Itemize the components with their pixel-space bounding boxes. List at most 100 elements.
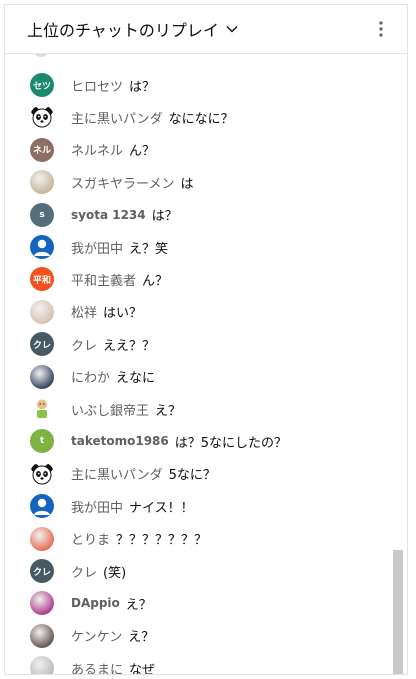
chat-message-content: クレ ええ？？ [71, 335, 155, 354]
author-name[interactable]: クレ [71, 562, 97, 581]
author-name[interactable]: 我が田中 [71, 238, 123, 257]
avatar-photo [30, 656, 54, 674]
chat-mode-dropdown[interactable]: 上位のチャットのリプレイ [27, 17, 239, 41]
chat-message-content: taketomo1986 は？5なにしたの？ [71, 432, 287, 451]
message-text: なになに？ [168, 111, 234, 127]
chat-message-row[interactable]: 主に黒いパンダ なになに？ [5, 101, 393, 133]
chat-message-content: 我が田中 ナイス！！ [71, 497, 194, 516]
chat-message-row[interactable]: セツ ヒロセツ は？ [5, 69, 393, 101]
message-text: ナイス！！ [129, 500, 194, 516]
avatar: 平和 [30, 267, 54, 292]
chat-message-row[interactable]: 我が田中 ナイス！！ [5, 490, 393, 522]
chat-header: 上位のチャットのリプレイ [5, 5, 407, 54]
chevron-down-icon [226, 26, 238, 33]
message-text: え？ [155, 403, 182, 419]
person-icon [30, 235, 54, 259]
message-text: ええ？？ [103, 338, 156, 354]
author-name[interactable]: ケンケン [71, 626, 122, 645]
author-name[interactable]: にわか [71, 367, 110, 386]
chat-message-content: 主に黒いパンダ 5なに？ [71, 464, 216, 483]
author-name[interactable]: 主に黒いパンダ [71, 108, 163, 127]
chat-message-content: DAppio え？ [71, 594, 152, 613]
author-name[interactable]: スガキヤラーメン [71, 173, 174, 192]
author-name[interactable]: クレ [71, 335, 97, 354]
avatar: s [30, 202, 54, 227]
author-name[interactable]: ヒロセツ [71, 76, 123, 95]
chat-message-row[interactable]: 我が田中 え？笑 [5, 231, 393, 263]
chat-message-content: ネルネル ん？ [71, 140, 155, 159]
avatar-photo [30, 299, 54, 324]
author-name[interactable]: 松祥 [71, 302, 97, 321]
avatar-photo [30, 591, 54, 616]
avatar-photo [30, 364, 54, 389]
chat-message-content: 平和主義者 ん？ [71, 270, 168, 289]
avatar-photo [30, 170, 54, 195]
chat-message-row[interactable]: 主に黒いパンダ 5なに？ [5, 458, 393, 490]
chat-message-content: 我が田中 え？笑 [71, 238, 168, 257]
chat-message-row[interactable]: クレ クレ (笑) [5, 555, 393, 587]
scrollbar-thumb[interactable] [393, 550, 403, 674]
chat-message-row[interactable]: s syota 1234 は？ [5, 199, 393, 231]
chat-message-content: あるまに なぜ [71, 659, 155, 674]
chat-message-content: ヒロセツ は？ [71, 76, 155, 95]
chat-message-row[interactable]: とりま ？？？？？？？ [5, 523, 393, 555]
chat-message-row[interactable]: あるまに なぜ [5, 652, 393, 674]
chat-message-content: 主に黒いパンダ なになに？ [71, 108, 234, 127]
chat-message-row[interactable]: ケンケン え？ [5, 620, 393, 652]
chat-mode-label: 上位のチャットのリプレイ [27, 21, 219, 40]
chat-message-list[interactable]: セツ ヒロセツ は？ 主に黒いパンダ なになに？ ネル ネルネル ん？ スガキヤラーメンは s sy… [5, 53, 393, 674]
chat-message-row[interactable]: t taketomo1986 は？5なにしたの？ [5, 425, 393, 457]
message-text: は？ [151, 209, 178, 225]
author-name[interactable]: 我が田中 [71, 497, 123, 516]
avatar-photo [30, 623, 54, 648]
message-text: ？？？？？？？ [116, 533, 208, 549]
author-name[interactable]: いぶし銀帝王 [71, 400, 149, 419]
message-text: は？ [129, 79, 156, 95]
avatar: t [30, 429, 54, 454]
more-vert-icon [379, 21, 383, 37]
author-name[interactable]: とりま [71, 529, 110, 548]
message-text: なぜ [129, 662, 156, 674]
message-text: え？笑 [129, 241, 169, 257]
more-options-button[interactable] [371, 19, 391, 39]
chat-message-row[interactable]: いぶし銀帝王 え？ [5, 393, 393, 425]
author-name[interactable]: あるまに [71, 659, 123, 674]
message-text: ん？ [142, 273, 169, 289]
figure-icon [30, 397, 54, 421]
chat-message-row[interactable]: クレ クレ ええ？？ [5, 328, 393, 360]
chat-message-content: いぶし銀帝王 え？ [71, 400, 181, 419]
chat-message-content: syota 1234 は？ [71, 205, 178, 225]
message-text: 5なに？ [168, 468, 216, 484]
chat-message-row[interactable]: 平和 平和主義者 ん？ [5, 263, 393, 295]
message-text: (笑) [103, 565, 127, 581]
author-name[interactable]: 主に黒いパンダ [71, 464, 163, 483]
avatar: セツ [30, 73, 54, 97]
message-text: はい？ [103, 306, 143, 322]
chat-message-row[interactable]: ネル ネルネル ん？ [5, 134, 393, 166]
message-text: ん？ [129, 144, 156, 160]
avatar: クレ [30, 559, 54, 583]
person-icon [30, 494, 54, 519]
chat-message-content: クレ (笑) [71, 562, 126, 581]
chat-message-row[interactable]: DAppio え？ [5, 587, 393, 619]
author-name[interactable]: taketomo1986 [71, 434, 169, 448]
chat-message-row[interactable]: にわか えなに [5, 361, 393, 393]
avatar: ネル [30, 137, 54, 162]
author-name[interactable]: DAppio [71, 596, 120, 610]
message-text: えなに [116, 371, 156, 387]
avatar: クレ [30, 332, 54, 357]
panda-icon [30, 105, 54, 130]
chat-message-content: とりま ？？？？？？？ [71, 529, 207, 548]
chat-message-row[interactable]: 松祥 はい？ [5, 296, 393, 328]
chat-message-content: スガキヤラーメンは [71, 173, 194, 192]
chat-message-row[interactable]: スガキヤラーメンは [5, 166, 393, 198]
message-text: え？ [128, 630, 155, 646]
message-text: は？5なにしたの？ [174, 435, 288, 451]
author-name[interactable]: 平和主義者 [71, 270, 136, 289]
message-text: は [180, 176, 194, 192]
live-chat-panel: 上位のチャットのリプレイ セツ ヒロセツ は？ 主に黒いパンダ なになに？ ネル ネルネルん… [4, 4, 408, 675]
panda-icon [30, 461, 54, 486]
chat-message-content: 松祥 はい？ [71, 302, 142, 321]
author-name[interactable]: ネルネル [71, 140, 123, 159]
author-name[interactable]: syota 1234 [71, 208, 146, 222]
